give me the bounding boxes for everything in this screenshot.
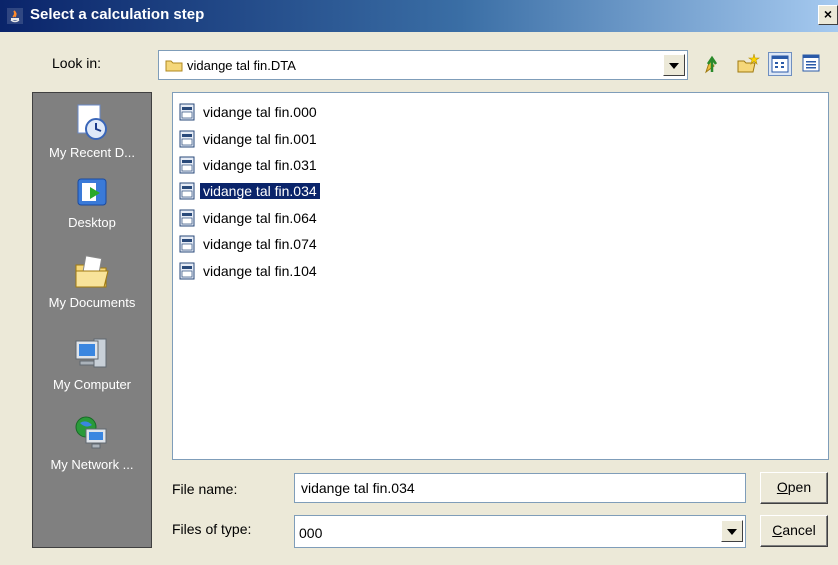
- up-folder-icon: [705, 55, 718, 74]
- place-my-computer[interactable]: My Computer: [33, 335, 151, 392]
- place-label: My Recent D...: [49, 145, 135, 160]
- new-folder-button[interactable]: [736, 52, 760, 76]
- look-in-value: vidange tal fin.DTA: [187, 58, 296, 73]
- places-bar: My Recent D... Desktop My Documents My C…: [32, 92, 152, 548]
- my-documents-icon: [75, 255, 109, 288]
- file-icon: [179, 182, 195, 200]
- files-of-type-dropdown-arrow[interactable]: [721, 520, 743, 542]
- file-name: vidange tal fin.000: [203, 104, 317, 120]
- files-of-type-label: Files of type:: [172, 521, 252, 537]
- file-icon: [179, 156, 195, 174]
- close-button[interactable]: ×: [818, 5, 838, 25]
- recent-documents-icon: [77, 104, 107, 140]
- look-in-dropdown-arrow[interactable]: [663, 54, 685, 76]
- file-icon: [179, 130, 195, 148]
- look-in-label: Look in:: [52, 55, 102, 71]
- file-name: vidange tal fin.074: [203, 236, 317, 252]
- file-icon: [179, 235, 195, 253]
- place-label: My Documents: [48, 295, 136, 310]
- java-app-icon: [7, 8, 23, 24]
- place-label: My Network ...: [50, 457, 134, 472]
- file-name: vidange tal fin.104: [203, 263, 317, 279]
- my-computer-icon: [75, 338, 107, 368]
- file-chooser-dialog: Select a calculation step × Look in: vid…: [0, 0, 838, 565]
- desktop-icon: [77, 178, 107, 206]
- look-in-combo[interactable]: vidange tal fin.DTA: [158, 50, 688, 80]
- file-name-value: vidange tal fin.034: [301, 480, 415, 496]
- file-name: vidange tal fin.031: [203, 157, 317, 173]
- files-of-type-value: 000: [299, 525, 323, 541]
- file-name: vidange tal fin.001: [203, 131, 317, 147]
- place-label: My Computer: [52, 377, 132, 392]
- new-folder-icon: [737, 53, 760, 73]
- file-name-field[interactable]: vidange tal fin.034: [294, 473, 746, 503]
- place-my-documents[interactable]: My Documents: [33, 253, 151, 310]
- file-icon: [179, 103, 195, 121]
- file-icon: [179, 262, 195, 280]
- files-of-type-combo[interactable]: 000: [294, 515, 746, 548]
- place-my-recent-documents[interactable]: My Recent D...: [33, 103, 151, 160]
- title-bar[interactable]: Select a calculation step ×: [0, 0, 838, 32]
- details-view-icon: [802, 54, 820, 72]
- file-name: vidange tal fin.064: [203, 210, 317, 226]
- list-view-button[interactable]: [768, 52, 792, 76]
- file-icon: [179, 209, 195, 227]
- cancel-button[interactable]: Cancel: [760, 515, 828, 547]
- place-desktop[interactable]: Desktop: [33, 173, 151, 230]
- details-view-button[interactable]: [800, 52, 824, 76]
- file-name: vidange tal fin.034: [199, 182, 321, 200]
- place-my-network[interactable]: My Network ...: [33, 415, 151, 472]
- folder-icon: [165, 60, 183, 72]
- open-button[interactable]: Open: [760, 472, 828, 504]
- file-name-label: File name:: [172, 481, 238, 497]
- place-label: Desktop: [68, 215, 116, 230]
- dialog-title: Select a calculation step: [30, 6, 205, 23]
- list-view-icon: [771, 55, 789, 73]
- file-list[interactable]: vidange tal fin.000 vidange tal fin.001 …: [172, 92, 829, 460]
- my-network-icon: [75, 416, 107, 449]
- up-folder-button[interactable]: [700, 52, 724, 76]
